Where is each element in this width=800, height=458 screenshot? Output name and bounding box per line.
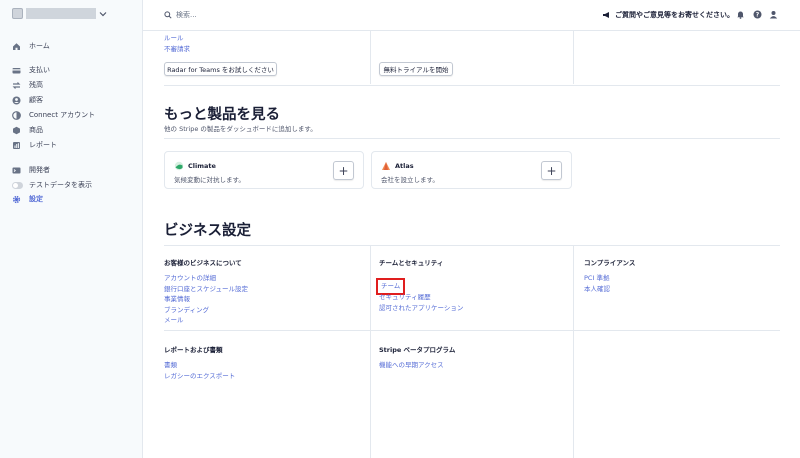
account-switcher[interactable]: [12, 8, 108, 19]
customers-icon: [12, 96, 21, 104]
test-data-toggle[interactable]: テストデータを表示: [12, 179, 92, 191]
user-icon[interactable]: [769, 10, 778, 19]
section-about-business-title: お客様のビジネスについて: [164, 259, 242, 267]
link-team[interactable]: チーム: [375, 278, 406, 295]
sidebar-item-customers[interactable]: 顧客: [12, 94, 43, 106]
connect-icon: [12, 110, 21, 120]
sidebar-item-payments[interactable]: 支払い: [12, 64, 50, 76]
divider: [573, 31, 574, 84]
divider: [164, 330, 780, 331]
link-rules[interactable]: ルール: [164, 33, 190, 44]
sidebar-item-label: 残高: [29, 81, 43, 89]
search-icon: [164, 11, 172, 19]
link-authorized-apps[interactable]: 認可されたアプリケーション: [379, 303, 463, 314]
divider: [573, 245, 574, 458]
link-disputes[interactable]: 不審請求: [164, 44, 190, 55]
link-account-details[interactable]: アカウントの詳細: [164, 273, 248, 284]
more-products-subtitle: 他の Stripe の製品をダッシュボードに追加します。: [164, 125, 317, 133]
link-security-history[interactable]: セキュリティ履歴: [379, 292, 463, 303]
section-reports-documents-links: 書類 レガシーのエクスポート: [164, 360, 235, 381]
sidebar-item-label: ホーム: [29, 42, 50, 50]
card-name: Climate: [188, 162, 216, 170]
sidebar: ホーム 支払い 残高 顧客 Connect アカウント 商品 レポート 開発者 …: [0, 0, 143, 458]
link-documents[interactable]: 書類: [164, 360, 235, 371]
link-early-access[interactable]: 機能への早期アクセス: [379, 360, 444, 371]
radar-links: ルール 不審請求: [164, 33, 190, 54]
divider: [370, 245, 371, 458]
add-climate-button[interactable]: +: [333, 161, 354, 180]
payments-icon: [12, 67, 21, 73]
account-name-redacted: [26, 8, 96, 19]
section-compliance-title: コンプライアンス: [584, 259, 636, 267]
reports-icon: [13, 141, 20, 149]
divider: [164, 245, 780, 246]
card-title: Climate: [174, 161, 216, 171]
sidebar-item-label: Connect アカウント: [29, 111, 96, 119]
feedback-label: ご質問やご意見等をお寄せください。: [615, 11, 734, 19]
gear-icon: [12, 195, 21, 203]
svg-text:?: ?: [756, 12, 760, 19]
section-beta-program-links: 機能への早期アクセス: [379, 360, 444, 371]
product-card-climate: Climate 気候変動に対抗します。 +: [164, 151, 364, 189]
megaphone-icon: [603, 12, 609, 18]
climate-icon: [174, 161, 184, 171]
sidebar-item-connect[interactable]: Connect アカウント: [12, 109, 95, 121]
link-business-info[interactable]: 事業情報: [164, 294, 248, 305]
link-pci[interactable]: PCI 準拠: [584, 273, 610, 284]
atlas-icon: [382, 162, 390, 170]
section-team-security-title: チームとセキュリティ: [379, 259, 444, 267]
section-beta-program-title: Stripe ベータプログラム: [379, 346, 456, 354]
bell-icon[interactable]: [736, 10, 745, 19]
link-identity-verification[interactable]: 本人確認: [584, 284, 610, 295]
more-products-title: もっと製品を見る: [164, 107, 280, 123]
feedback-link[interactable]: ご質問やご意見等をお寄せください。: [602, 10, 734, 20]
sidebar-item-label: 開発者: [29, 166, 50, 174]
sidebar-item-label: 支払い: [29, 66, 50, 74]
sidebar-item-label: レポート: [29, 141, 57, 149]
product-card-atlas: Atlas 会社を設立します。 +: [371, 151, 572, 189]
balance-icon: [12, 81, 21, 89]
section-team-security-links: チーム セキュリティ履歴 認可されたアプリケーション: [375, 273, 463, 314]
sidebar-item-reports[interactable]: レポート: [12, 139, 57, 151]
search-placeholder: 検索...: [176, 11, 197, 19]
sidebar-item-label: 商品: [29, 126, 43, 134]
link-branding[interactable]: ブランディング: [164, 305, 248, 316]
account-logo: [12, 8, 23, 19]
search-input[interactable]: 検索...: [164, 10, 197, 20]
home-icon: [13, 42, 20, 50]
sidebar-item-products[interactable]: 商品: [12, 124, 43, 136]
toggle-icon[interactable]: [12, 181, 23, 189]
divider: [164, 85, 780, 86]
radar-teams-button[interactable]: Radar for Teams をお試しください: [164, 62, 277, 76]
business-settings-title: ビジネス設定: [164, 223, 251, 239]
card-name: Atlas: [395, 162, 414, 170]
card-title: Atlas: [381, 161, 414, 171]
sidebar-item-label: テストデータを表示: [29, 181, 92, 189]
sidebar-item-label: 顧客: [29, 96, 43, 104]
section-compliance-links: PCI 準拠 本人確認: [584, 273, 610, 294]
divider: [164, 138, 780, 139]
card-description: 気候変動に対抗します。: [174, 176, 245, 184]
link-email[interactable]: メール: [164, 315, 248, 326]
help-icon[interactable]: ?: [753, 10, 762, 19]
add-atlas-button[interactable]: +: [541, 161, 562, 180]
chevron-down-icon: [99, 11, 107, 16]
link-bank-schedule[interactable]: 銀行口座とスケジュール設定: [164, 284, 248, 295]
developers-icon: [12, 167, 21, 173]
card-description: 会社を設立します。: [381, 176, 439, 184]
link-legacy-exports[interactable]: レガシーのエクスポート: [164, 371, 235, 382]
section-about-business-links: アカウントの詳細 銀行口座とスケジュール設定 事業情報 ブランディング メール: [164, 273, 248, 326]
free-trial-button[interactable]: 無料トライアルを開始: [379, 62, 453, 76]
topbar: 検索... ご質問やご意見等をお寄せください。 ?: [143, 0, 800, 31]
main-content: ルール 不審請求 Radar for Teams をお試しください 無料トライア…: [143, 31, 800, 458]
sidebar-item-label: 設定: [29, 195, 43, 203]
products-icon: [13, 126, 20, 134]
sidebar-item-settings[interactable]: 設定: [12, 193, 43, 205]
divider: [370, 31, 371, 84]
section-reports-documents-title: レポートおよび書類: [164, 346, 223, 354]
sidebar-item-balance[interactable]: 残高: [12, 79, 43, 91]
sidebar-item-developers[interactable]: 開発者: [12, 164, 50, 176]
sidebar-item-home[interactable]: ホーム: [12, 40, 50, 52]
